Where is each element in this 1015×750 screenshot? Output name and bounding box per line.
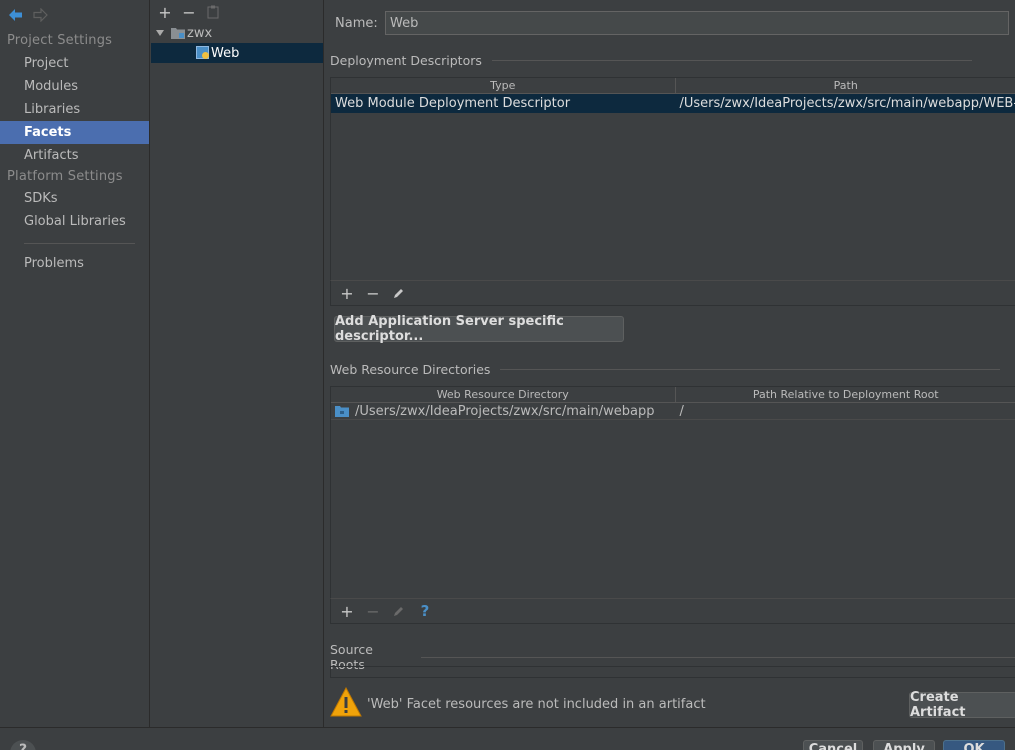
- deployment-descriptors-table[interactable]: Type Path Web Module Deployment Descript…: [330, 77, 1015, 281]
- nav-item-sdks[interactable]: SDKs: [0, 187, 149, 210]
- apply-button[interactable]: Apply: [873, 740, 935, 750]
- facet-tree-panel: + − zwx Web: [151, 0, 324, 727]
- nav-item-libraries[interactable]: Libraries: [0, 98, 149, 121]
- help-icon[interactable]: ?: [415, 601, 435, 621]
- facet-name-input[interactable]: [385, 11, 1009, 35]
- name-row: Name:: [335, 11, 1009, 35]
- tree-node-web[interactable]: Web: [151, 43, 323, 63]
- add-server-descriptor-button[interactable]: Add Application Server specific descript…: [334, 314, 624, 344]
- name-label: Name:: [335, 15, 378, 31]
- web-resource-directories-table[interactable]: Web Resource Directory Path Relative to …: [330, 386, 1015, 599]
- expand-triangle-icon[interactable]: [151, 29, 169, 37]
- nav-item-global-libraries[interactable]: Global Libraries: [0, 210, 149, 233]
- descriptor-path-cell: /Users/zwx/IdeaProjects/zwx/src/main/web…: [679, 96, 1015, 111]
- project-settings-header: Project Settings: [7, 33, 113, 48]
- back-arrow-icon[interactable]: [4, 5, 28, 25]
- remove-icon[interactable]: −: [179, 2, 199, 22]
- table-header: Type Path: [331, 78, 1015, 94]
- web-resource-directories-header: Web Resource Directories: [330, 362, 1001, 377]
- deployment-descriptors-header: Deployment Descriptors: [330, 53, 972, 68]
- nav-item-facets[interactable]: Facets: [0, 121, 149, 144]
- table-header: Web Resource Directory Path Relative to …: [331, 387, 1015, 403]
- nav-item-problems[interactable]: Problems: [0, 252, 149, 275]
- table-row[interactable]: /Users/zwx/IdeaProjects/zwx/src/main/web…: [331, 403, 1015, 420]
- deployment-toolbar: + −: [330, 280, 1015, 306]
- edit-icon[interactable]: [389, 601, 409, 621]
- add-icon[interactable]: +: [337, 601, 357, 621]
- column-header-path[interactable]: Path: [676, 78, 1015, 93]
- nav-divider: [24, 243, 135, 244]
- nav-item-modules[interactable]: Modules: [0, 75, 149, 98]
- cancel-button[interactable]: Cancel: [803, 740, 863, 750]
- settings-nav-panel: Project Settings Project Modules Librari…: [0, 0, 150, 727]
- section-divider: [500, 369, 1001, 370]
- forward-arrow-icon[interactable]: [28, 5, 52, 25]
- relative-path-cell: /: [679, 403, 684, 419]
- dialog-button-bar: ? Cancel Apply OK: [0, 727, 1015, 750]
- nav-item-artifacts[interactable]: Artifacts: [0, 144, 149, 167]
- section-title-text: Deployment Descriptors: [330, 53, 482, 68]
- web-resource-toolbar: + − ?: [330, 598, 1015, 624]
- tree-node-zwx[interactable]: zwx: [151, 23, 323, 43]
- section-divider: [420, 656, 1015, 658]
- column-header-type[interactable]: Type: [331, 78, 676, 93]
- section-title-text: Web Resource Directories: [330, 362, 491, 377]
- tree-node-label: Web: [211, 45, 240, 61]
- platform-settings-header: Platform Settings: [7, 169, 123, 184]
- facet-settings-content: Name: Deployment Descriptors Type Path W…: [325, 0, 1015, 727]
- ok-button[interactable]: OK: [943, 740, 1005, 750]
- copy-icon[interactable]: [203, 2, 223, 22]
- tree-node-label: zwx: [187, 25, 213, 41]
- tree-toolbar: + −: [151, 0, 323, 24]
- nav-arrows: [0, 0, 149, 30]
- resource-directory-cell: /Users/zwx/IdeaProjects/zwx/src/main/web…: [331, 404, 676, 419]
- column-header-relative-path[interactable]: Path Relative to Deployment Root: [676, 387, 1015, 402]
- descriptor-type-cell: Web Module Deployment Descriptor: [335, 96, 571, 111]
- table-row[interactable]: Web Module Deployment Descriptor /Users/…: [331, 94, 1015, 113]
- add-icon[interactable]: +: [155, 2, 175, 22]
- create-artifact-button[interactable]: Create Artifact: [909, 690, 1015, 720]
- column-header-directory[interactable]: Web Resource Directory: [331, 387, 676, 402]
- dialog-help-button[interactable]: ?: [10, 740, 36, 750]
- edit-icon[interactable]: [389, 283, 409, 303]
- resource-directory-text: /Users/zwx/IdeaProjects/zwx/src/main/web…: [355, 403, 655, 419]
- add-icon[interactable]: +: [337, 283, 357, 303]
- folder-icon: [335, 405, 349, 417]
- remove-icon[interactable]: −: [363, 283, 383, 303]
- source-roots-list[interactable]: [330, 666, 1015, 678]
- nav-item-project[interactable]: Project: [0, 52, 149, 75]
- web-facet-icon: [195, 46, 211, 60]
- module-folder-icon: [169, 27, 187, 39]
- facet-warning-text: 'Web' Facet resources are not included i…: [367, 697, 706, 712]
- remove-icon[interactable]: −: [363, 601, 383, 621]
- warning-icon: [330, 686, 362, 721]
- section-divider: [491, 60, 972, 61]
